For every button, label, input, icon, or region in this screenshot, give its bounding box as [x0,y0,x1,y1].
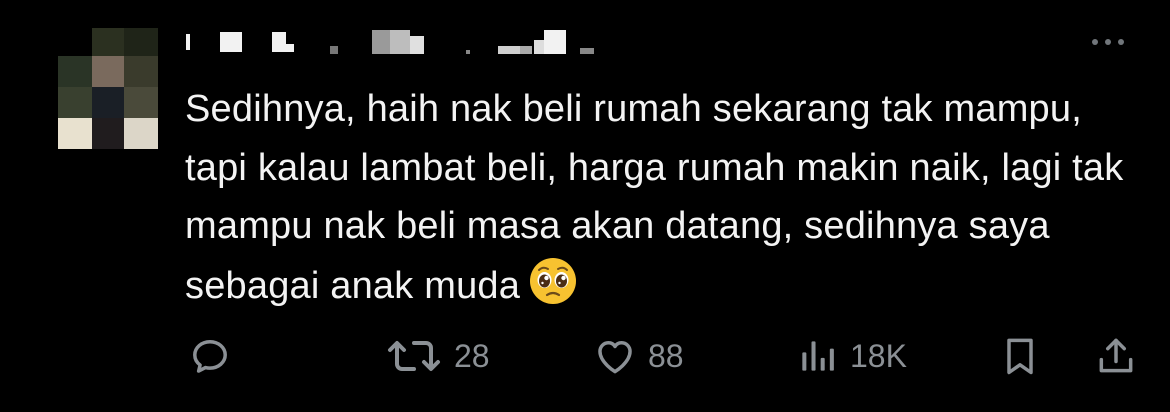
tweet-text: Sedihnya, haih nak beli rumah sekarang t… [185,80,1145,315]
views-count: 18K [850,337,907,374]
repost-button[interactable]: 28 [384,328,490,384]
bookmark-button[interactable] [998,328,1042,384]
views-chart-icon [802,341,834,371]
tweet-text-content: Sedihnya, haih nak beli rumah sekarang t… [185,88,1124,307]
repost-count: 28 [454,337,490,374]
more-options-icon[interactable] [1092,36,1136,48]
repost-icon [388,341,440,371]
tweet[interactable]: Sedihnya, haih nak beli rumah sekarang t… [0,0,1170,412]
reply-icon [193,339,227,373]
avatar[interactable] [58,28,158,150]
share-button[interactable] [1094,328,1138,384]
like-button[interactable]: 88 [592,328,684,384]
censored-username[interactable] [186,30,606,56]
share-icon [1099,338,1133,373]
heart-icon [598,341,632,374]
views-button[interactable]: 18K [794,328,907,384]
action-bar: 28 88 18K [0,328,1170,384]
pleading-face-emoji-icon [530,257,577,304]
like-count: 88 [648,337,684,374]
bookmark-icon [1007,338,1033,375]
reply-button[interactable] [188,328,232,384]
